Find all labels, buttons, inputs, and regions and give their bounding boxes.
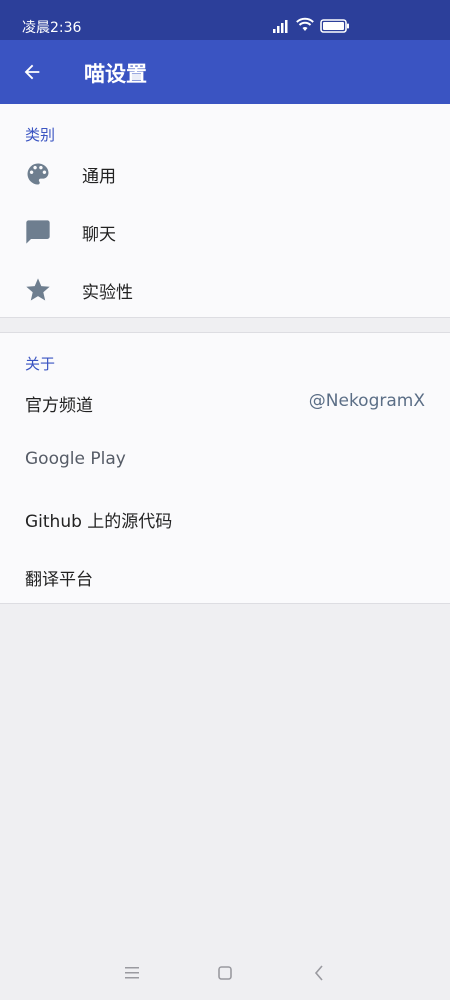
- about-header: 关于: [25, 355, 56, 373]
- category-experimental-label: 实验性: [82, 283, 133, 303]
- app-bar: 喵设置: [0, 40, 450, 104]
- wifi-icon: [296, 17, 314, 31]
- status-time: 凌晨2:36: [22, 20, 82, 36]
- category-chat[interactable]: 聊天: [0, 202, 450, 260]
- menu-icon[interactable]: [124, 966, 140, 980]
- translation-platform-row[interactable]: 翻译平台: [0, 547, 450, 605]
- status-bar: 凌晨2:36: [0, 0, 450, 40]
- official-channel-label: 官方频道: [25, 396, 93, 416]
- palette-icon: [27, 163, 49, 185]
- star-icon: [26, 278, 50, 301]
- arrow-left-icon: [24, 64, 40, 80]
- system-nav-bar: [0, 946, 450, 1000]
- battery-icon: [320, 19, 349, 33]
- categories-header: 类别: [25, 126, 56, 144]
- category-experimental[interactable]: 实验性: [0, 260, 450, 318]
- page-title: 喵设置: [84, 62, 147, 86]
- category-general-label: 通用: [82, 167, 116, 187]
- google-play-row[interactable]: Google Play: [0, 431, 450, 489]
- official-channel-value: @NekogramX: [308, 391, 425, 411]
- github-source-label: Github 上的源代码: [25, 512, 173, 532]
- categories-section: 类别 通用 聊天 实验性: [0, 104, 450, 318]
- official-channel-row[interactable]: 官方频道 @NekogramX: [0, 373, 450, 431]
- home-icon[interactable]: [218, 966, 232, 980]
- translation-platform-label: 翻译平台: [25, 570, 93, 590]
- chevron-left-icon[interactable]: [314, 965, 324, 981]
- about-section: 关于 官方频道 @NekogramX Google Play Github 上的…: [0, 332, 450, 604]
- category-general[interactable]: 通用: [0, 144, 450, 202]
- signal-icon: [273, 20, 288, 33]
- chat-bubble-icon: [26, 220, 50, 244]
- google-play-label: Google Play: [25, 449, 126, 469]
- github-source-row[interactable]: Github 上的源代码: [0, 489, 450, 547]
- back-button[interactable]: [16, 56, 48, 88]
- category-chat-label: 聊天: [82, 225, 116, 245]
